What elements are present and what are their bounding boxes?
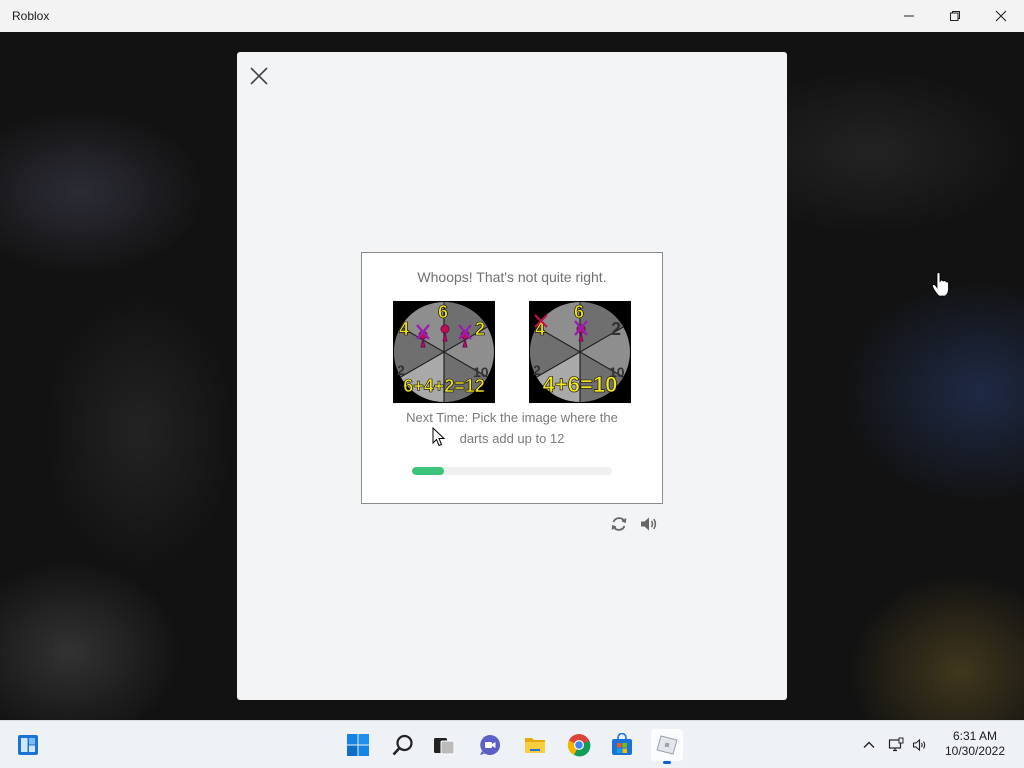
captcha-panel: Whoops! That's not quite right. 4 6 2 2 … bbox=[361, 252, 663, 504]
restore-icon bbox=[950, 11, 960, 21]
widgets-button[interactable] bbox=[12, 729, 44, 761]
clock-date: 10/30/2022 bbox=[944, 744, 1006, 758]
taskbar-clock[interactable]: 6:31 AM 10/30/2022 bbox=[940, 729, 1010, 759]
captcha-option-1[interactable]: 4 6 2 2 10 6+4+2=12 bbox=[393, 301, 495, 403]
tile-number: 6 bbox=[574, 302, 584, 322]
start-button[interactable] bbox=[342, 729, 374, 761]
clock-time: 6:31 AM bbox=[952, 729, 998, 743]
volume-icon bbox=[912, 738, 926, 752]
network-button[interactable] bbox=[885, 734, 907, 756]
window-titlebar: Roblox bbox=[0, 0, 1024, 32]
widgets-icon bbox=[18, 735, 38, 755]
task-view-button[interactable] bbox=[428, 729, 460, 761]
restore-button[interactable] bbox=[932, 0, 978, 32]
hand-cursor-icon bbox=[931, 272, 949, 297]
tile-number: 2 bbox=[475, 319, 485, 339]
taskbar bbox=[0, 720, 1024, 768]
refresh-icon[interactable] bbox=[609, 514, 629, 534]
tile-equation: 4+6=10 bbox=[543, 372, 618, 397]
chrome-button[interactable] bbox=[563, 729, 595, 761]
tile-number: 6 bbox=[438, 302, 448, 322]
search-icon bbox=[392, 734, 413, 756]
mouse-pointer-icon bbox=[432, 427, 446, 447]
microsoft-store-button[interactable] bbox=[606, 729, 638, 761]
tile-equation: 6+4+2=12 bbox=[403, 376, 485, 396]
window-title: Roblox bbox=[12, 9, 50, 23]
roblox-taskbar-button[interactable] bbox=[651, 729, 683, 764]
task-view-icon bbox=[434, 738, 455, 755]
progress-fill bbox=[412, 467, 444, 475]
captcha-option-2[interactable]: 4 6 2 2 10 4+6=10 bbox=[529, 301, 631, 403]
close-icon bbox=[995, 10, 1007, 22]
close-icon[interactable] bbox=[249, 66, 269, 86]
microsoft-store-icon bbox=[612, 733, 632, 755]
network-icon bbox=[888, 737, 904, 752]
audio-icon[interactable] bbox=[639, 514, 659, 534]
captcha-error-message: Whoops! That's not quite right. bbox=[417, 269, 607, 285]
captcha-controls bbox=[609, 514, 659, 534]
captcha-progress-bar bbox=[412, 467, 612, 475]
tile-number: 2 bbox=[533, 362, 541, 378]
chrome-icon bbox=[567, 734, 591, 757]
roblox-icon bbox=[656, 735, 678, 755]
teams-chat-icon bbox=[480, 735, 500, 755]
tile-number: 4 bbox=[399, 319, 409, 339]
dartboard-image: 4 6 2 2 10 6+4+2=12 bbox=[393, 301, 495, 403]
start-icon bbox=[347, 734, 369, 756]
file-explorer-button[interactable] bbox=[519, 729, 551, 761]
search-button[interactable] bbox=[387, 729, 419, 761]
tile-number: 2 bbox=[611, 319, 621, 339]
captcha-hint: Next Time: Pick the image where the dart… bbox=[406, 410, 618, 446]
window-close-button[interactable] bbox=[978, 0, 1024, 32]
minimize-button[interactable] bbox=[886, 0, 932, 32]
volume-button[interactable] bbox=[909, 734, 931, 756]
show-hidden-icons-button[interactable] bbox=[858, 734, 880, 756]
teams-chat-button[interactable] bbox=[474, 729, 506, 761]
captcha-modal: Whoops! That's not quite right. 4 6 2 2 … bbox=[237, 52, 787, 700]
file-explorer-icon bbox=[525, 738, 545, 753]
minimize-icon bbox=[904, 15, 914, 17]
chevron-up-icon bbox=[863, 741, 875, 748]
dartboard-image: 4 6 2 2 10 4+6=10 bbox=[529, 301, 631, 403]
